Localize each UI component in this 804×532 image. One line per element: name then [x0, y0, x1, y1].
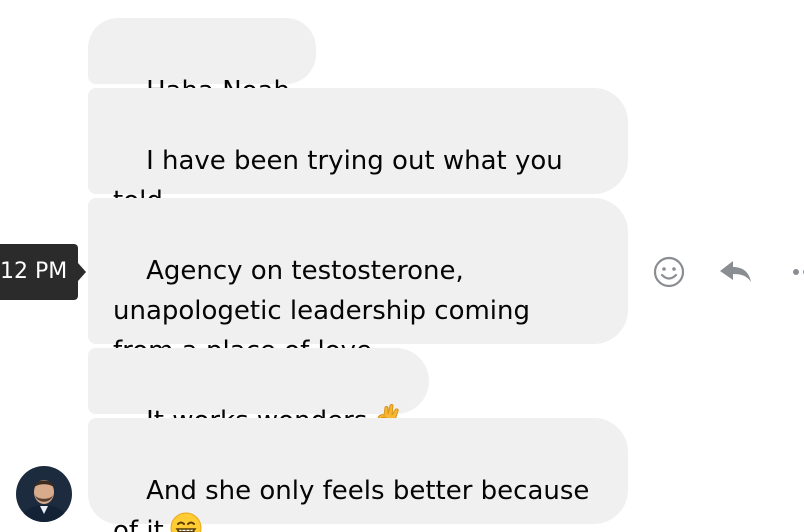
message-bubble[interactable]: It works wonders [88, 348, 430, 436]
tooltip-arrow [78, 263, 86, 281]
message-thread: Haha Noah I have been trying out what yo… [0, 0, 804, 532]
grinning-face-emoji [170, 512, 202, 532]
reply-icon[interactable] [716, 252, 756, 292]
timestamp-tooltip: 12 PM [0, 244, 78, 300]
avatar[interactable] [16, 466, 72, 522]
timestamp-text: 12 PM [0, 259, 68, 284]
message-bubble[interactable]: I have been trying out what you told me … [88, 88, 628, 256]
message-bubble[interactable]: And she only feels better because of it [88, 418, 628, 532]
message-bubble[interactable]: Haha Noah [88, 18, 316, 106]
more-icon[interactable] [786, 252, 804, 292]
message-bubble-hovered[interactable]: Agency on testosterone, unapologetic lea… [88, 198, 628, 366]
react-icon[interactable] [650, 252, 690, 292]
